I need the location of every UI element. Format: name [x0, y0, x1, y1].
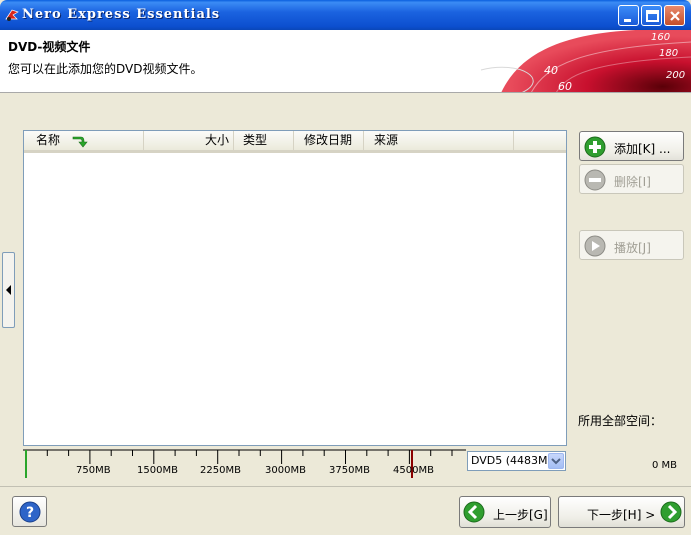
ruler-tick-label: 3000MB — [265, 465, 306, 476]
back-button[interactable]: 上一步[G] — [459, 496, 551, 528]
page-title: DVD-视频文件 — [8, 40, 91, 54]
file-list[interactable]: 名称 大小 类型 修改日期 来源 — [23, 130, 567, 446]
arrow-left-circle-icon — [463, 501, 485, 523]
side-panel-toggle[interactable] — [2, 252, 15, 328]
svg-text:?: ? — [26, 505, 34, 521]
minimize-button[interactable] — [618, 5, 639, 26]
chevron-down-icon — [551, 458, 561, 465]
wizard-footer: ? 上一步[G] 下一步[H] > — [0, 486, 691, 535]
sort-arrow-icon — [72, 136, 88, 148]
column-type-label: 类型 — [243, 133, 268, 147]
add-button[interactable]: 添加[K] ... — [579, 131, 684, 161]
close-icon — [670, 11, 680, 21]
speedo-label: 40 — [544, 64, 558, 77]
column-size-label: 大小 — [204, 133, 229, 147]
column-modified-label: 修改日期 — [304, 133, 353, 147]
title-bar[interactable]: Nero Express Essentials — [0, 0, 691, 30]
speedo-label: 60 — [558, 80, 572, 93]
ruler-tick-label: 4500MB — [393, 465, 434, 476]
speedo-label: 160 — [651, 32, 670, 43]
play-button[interactable]: 播放[J] — [579, 230, 684, 260]
delete-button[interactable]: 删除[I] — [579, 164, 684, 194]
column-name-label: 名称 — [36, 133, 61, 147]
delete-button-label: 删除[I] — [614, 175, 651, 189]
column-modified[interactable]: 修改日期 — [294, 131, 364, 150]
speedo-label: 200 — [666, 70, 685, 81]
total-space-label: 所用全部空间： — [578, 414, 663, 428]
capacity-ruler: 750MB 1500MB 2250MB 3000MB 3750MB 4500MB — [23, 449, 466, 479]
add-icon — [584, 136, 606, 158]
column-source-label: 来源 — [374, 133, 399, 147]
disc-type-value: DVD5 (4483MB) — [471, 454, 560, 467]
total-space-value: 0 MB — [652, 460, 678, 471]
column-size[interactable]: 大小 — [144, 131, 234, 150]
play-button-label: 播放[J] — [614, 241, 651, 255]
minimize-icon — [624, 19, 631, 22]
ruler-tick-label: 750MB — [76, 465, 111, 476]
speedo-label: 180 — [659, 48, 678, 59]
column-type[interactable]: 类型 — [234, 131, 294, 150]
arrow-right-circle-icon — [660, 501, 682, 523]
wizard-header: DVD-视频文件 您可以在此添加您的DVD视频文件。 160 180 200 4… — [0, 30, 691, 93]
column-header-row: 名称 大小 类型 修改日期 来源 — [24, 131, 566, 153]
ruler-tick-label: 3750MB — [329, 465, 370, 476]
dropdown-button[interactable] — [548, 453, 564, 469]
next-button[interactable]: 下一步[H] > — [558, 496, 685, 528]
column-source[interactable]: 来源 — [364, 131, 514, 150]
speedometer-graphic: 160 180 200 40 60 — [480, 30, 691, 93]
column-name[interactable]: 名称 — [24, 131, 144, 150]
window-title: Nero Express Essentials — [22, 7, 221, 22]
arrow-left-icon — [6, 285, 11, 295]
help-icon: ? — [19, 501, 41, 523]
ruler-tick-label: 1500MB — [137, 465, 178, 476]
nero-app-icon — [5, 9, 19, 21]
back-button-label: 上一步[G] — [493, 508, 548, 522]
used-space-marker — [25, 450, 27, 478]
add-button-label: 添加[K] ... — [614, 142, 671, 156]
play-icon — [584, 235, 606, 257]
maximize-icon — [646, 10, 659, 22]
close-button[interactable] — [664, 5, 685, 26]
page-subtitle: 您可以在此添加您的DVD视频文件。 — [8, 62, 203, 76]
next-button-label: 下一步[H] > — [587, 508, 656, 522]
help-button[interactable]: ? — [12, 496, 47, 527]
remove-icon — [584, 169, 606, 191]
disc-type-select[interactable]: DVD5 (4483MB) — [467, 451, 566, 471]
ruler-tick-label: 2250MB — [200, 465, 241, 476]
maximize-button[interactable] — [641, 5, 662, 26]
